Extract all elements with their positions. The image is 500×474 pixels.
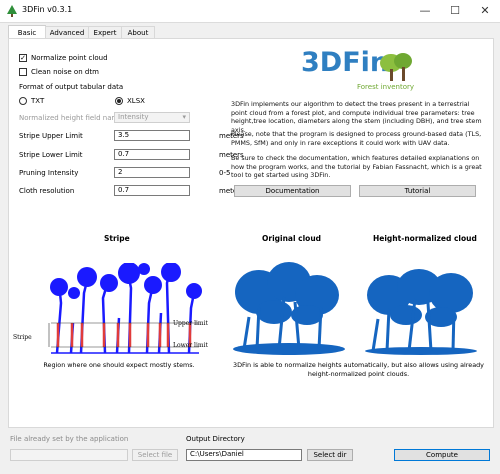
stripe-side-label: Stripe <box>13 334 32 341</box>
param-label: Cloth resolution <box>19 187 75 195</box>
stripe-upper-label: Upper limit <box>173 320 208 327</box>
file-label: File already set by the application <box>10 435 129 443</box>
app-icon <box>7 5 17 17</box>
title-bar: 3DFin v0.3.1 — ☐ ✕ <box>0 0 500 23</box>
param-label: Stripe Lower Limit <box>19 151 83 159</box>
clean-noise-checkbox[interactable] <box>19 68 27 76</box>
normalize-label: Normalize point cloud <box>31 54 108 62</box>
normalized-figure-title: Height-normalized cloud <box>373 234 477 243</box>
normalized-cloud-figure <box>365 269 477 355</box>
compute-button[interactable]: Compute <box>394 449 490 461</box>
stripe-lower-input[interactable]: 0.7 <box>114 149 190 160</box>
window-title: 3DFin v0.3.1 <box>22 5 73 14</box>
stripe-figure-title: Stripe <box>104 234 130 243</box>
txt-radio[interactable] <box>19 97 27 105</box>
original-cloud-figure <box>233 262 345 355</box>
documentation-button[interactable]: Documentation <box>234 185 351 197</box>
logo-subtitle: Forest inventory <box>357 83 415 91</box>
chevron-down-icon: ▾ <box>182 113 186 121</box>
description-p3: Be sure to check the documentation, whic… <box>231 154 482 179</box>
txt-radio-label: TXT <box>31 97 45 105</box>
height-field-value: Intensity <box>118 113 149 121</box>
xlsx-radio-label: XLSX <box>127 97 145 105</box>
param-label: Stripe Upper Limit <box>19 132 83 140</box>
stripe-caption: Region where one should expect mostly st… <box>43 361 195 369</box>
file-input[interactable] <box>10 449 128 461</box>
tutorial-button[interactable]: Tutorial <box>359 185 476 197</box>
output-directory-input[interactable]: C:\Users\Daniel <box>186 449 302 461</box>
pruning-intensity-input[interactable]: 2 <box>114 167 190 178</box>
normalized-caption: 3DFin is able to normalize heights autom… <box>233 361 484 378</box>
select-dir-button[interactable]: Select dir <box>307 449 353 461</box>
basic-panel: ✓ Normalize point cloud Clean noise on d… <box>8 38 494 428</box>
original-figure-title: Original cloud <box>262 234 322 243</box>
stripe-upper-input[interactable]: 3.5 <box>114 130 190 141</box>
description-p2: Please, note that the program is designe… <box>231 130 482 147</box>
clean-noise-label: Clean noise on dtm <box>31 68 99 76</box>
xlsx-radio[interactable] <box>115 97 123 105</box>
tree-icon <box>380 53 412 81</box>
logo-text: 3DFin <box>301 47 390 78</box>
app-logo: 3DFin Forest inventory <box>297 47 417 99</box>
output-directory-label: Output Directory <box>186 435 245 443</box>
height-field-label: Normalized height field name <box>19 114 123 122</box>
select-file-button[interactable]: Select file <box>132 449 178 461</box>
format-label: Format of output tabular data <box>19 83 124 91</box>
maximize-button[interactable]: ☐ <box>440 0 470 22</box>
height-field-select[interactable]: Intensity ▾ <box>114 112 190 123</box>
stripe-lower-label: Lower limit <box>173 342 208 349</box>
minimize-button[interactable]: — <box>410 0 440 22</box>
param-unit: 0-5 <box>219 169 231 177</box>
close-button[interactable]: ✕ <box>470 0 500 22</box>
normalize-checkbox[interactable]: ✓ <box>19 54 27 62</box>
param-label: Pruning Intensity <box>19 169 79 177</box>
description-p1: 3DFin implements our algorithm to detect… <box>231 100 482 134</box>
cloth-resolution-input[interactable]: 0.7 <box>114 185 190 196</box>
